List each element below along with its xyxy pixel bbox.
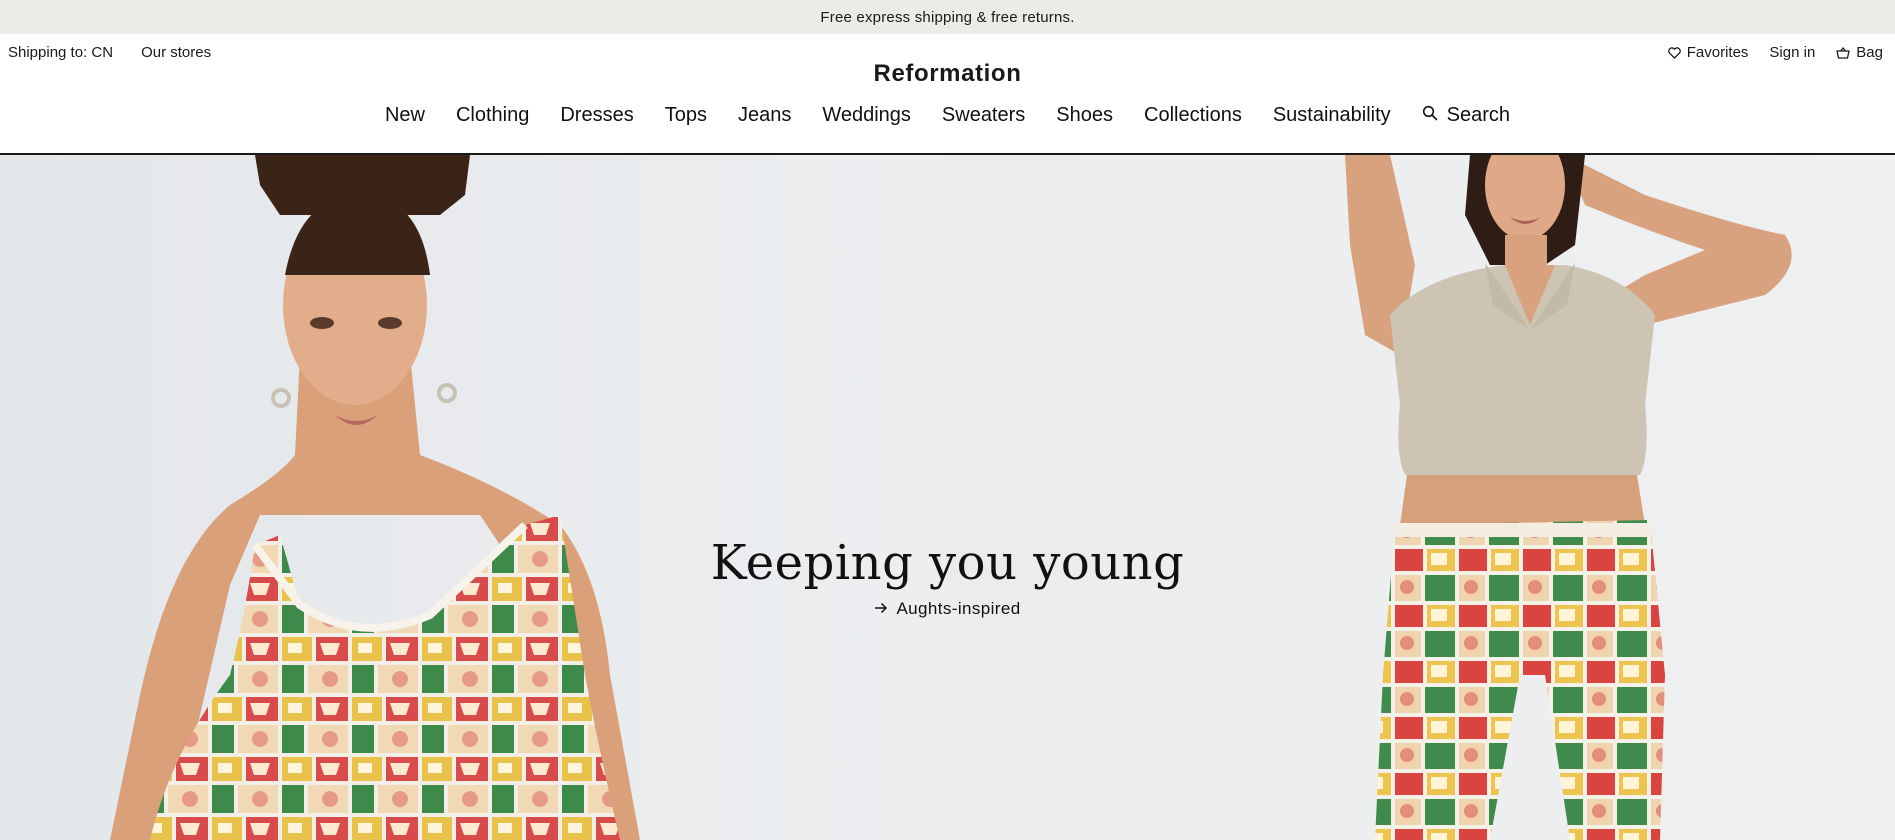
sign-in-link[interactable]: Sign in [1769, 44, 1815, 61]
nav-item-sweaters[interactable]: Sweaters [942, 104, 1025, 127]
hero-cta-link[interactable]: Aughts-inspired [874, 599, 1020, 619]
site-header: Shipping to: CN Our stores Favorites Sig… [0, 34, 1895, 155]
utility-left: Shipping to: CN Our stores [8, 44, 211, 61]
search-label: Search [1446, 104, 1511, 126]
favorites-link[interactable]: Favorites [1667, 44, 1749, 61]
nav-item-tops[interactable]: Tops [665, 104, 707, 127]
promo-text: Free express shipping & free returns. [820, 8, 1075, 26]
hero-cta-label: Aughts-inspired [896, 599, 1021, 618]
site-logo[interactable]: Reformation [0, 60, 1895, 88]
nav-item-new[interactable]: New [385, 104, 425, 127]
nav-item-clothing[interactable]: Clothing [456, 104, 529, 127]
main-nav: New Clothing Dresses Tops Jeans Weddings… [0, 104, 1895, 127]
promo-banner: Free express shipping & free returns. [0, 0, 1895, 34]
heart-icon [1667, 46, 1681, 59]
search-icon [1422, 104, 1438, 127]
nav-item-dresses[interactable]: Dresses [560, 104, 633, 127]
bag-link[interactable]: Bag [1836, 44, 1883, 61]
search-button[interactable]: Search [1422, 104, 1510, 127]
arrow-right-icon [874, 599, 888, 619]
nav-item-jeans[interactable]: Jeans [738, 104, 791, 127]
hero-banner[interactable]: Keeping you young Aughts-inspired [0, 155, 1895, 840]
our-stores-link[interactable]: Our stores [141, 44, 211, 61]
hero-image-left[interactable] [0, 155, 945, 840]
hero-image-right[interactable] [945, 155, 1895, 840]
hero-title: Keeping you young [710, 535, 1185, 591]
nav-item-shoes[interactable]: Shoes [1056, 104, 1113, 127]
nav-item-weddings[interactable]: Weddings [822, 104, 911, 127]
bag-icon [1836, 46, 1850, 59]
favorites-label: Favorites [1686, 44, 1749, 61]
hero-text-block: Keeping you young Aughts-inspired [0, 535, 1895, 619]
utility-right: Favorites Sign in Bag [1667, 44, 1883, 61]
shipping-to-link[interactable]: Shipping to: CN [8, 44, 113, 61]
bag-label: Bag [1856, 44, 1883, 61]
nav-item-sustainability[interactable]: Sustainability [1273, 104, 1391, 127]
nav-item-collections[interactable]: Collections [1144, 104, 1242, 127]
